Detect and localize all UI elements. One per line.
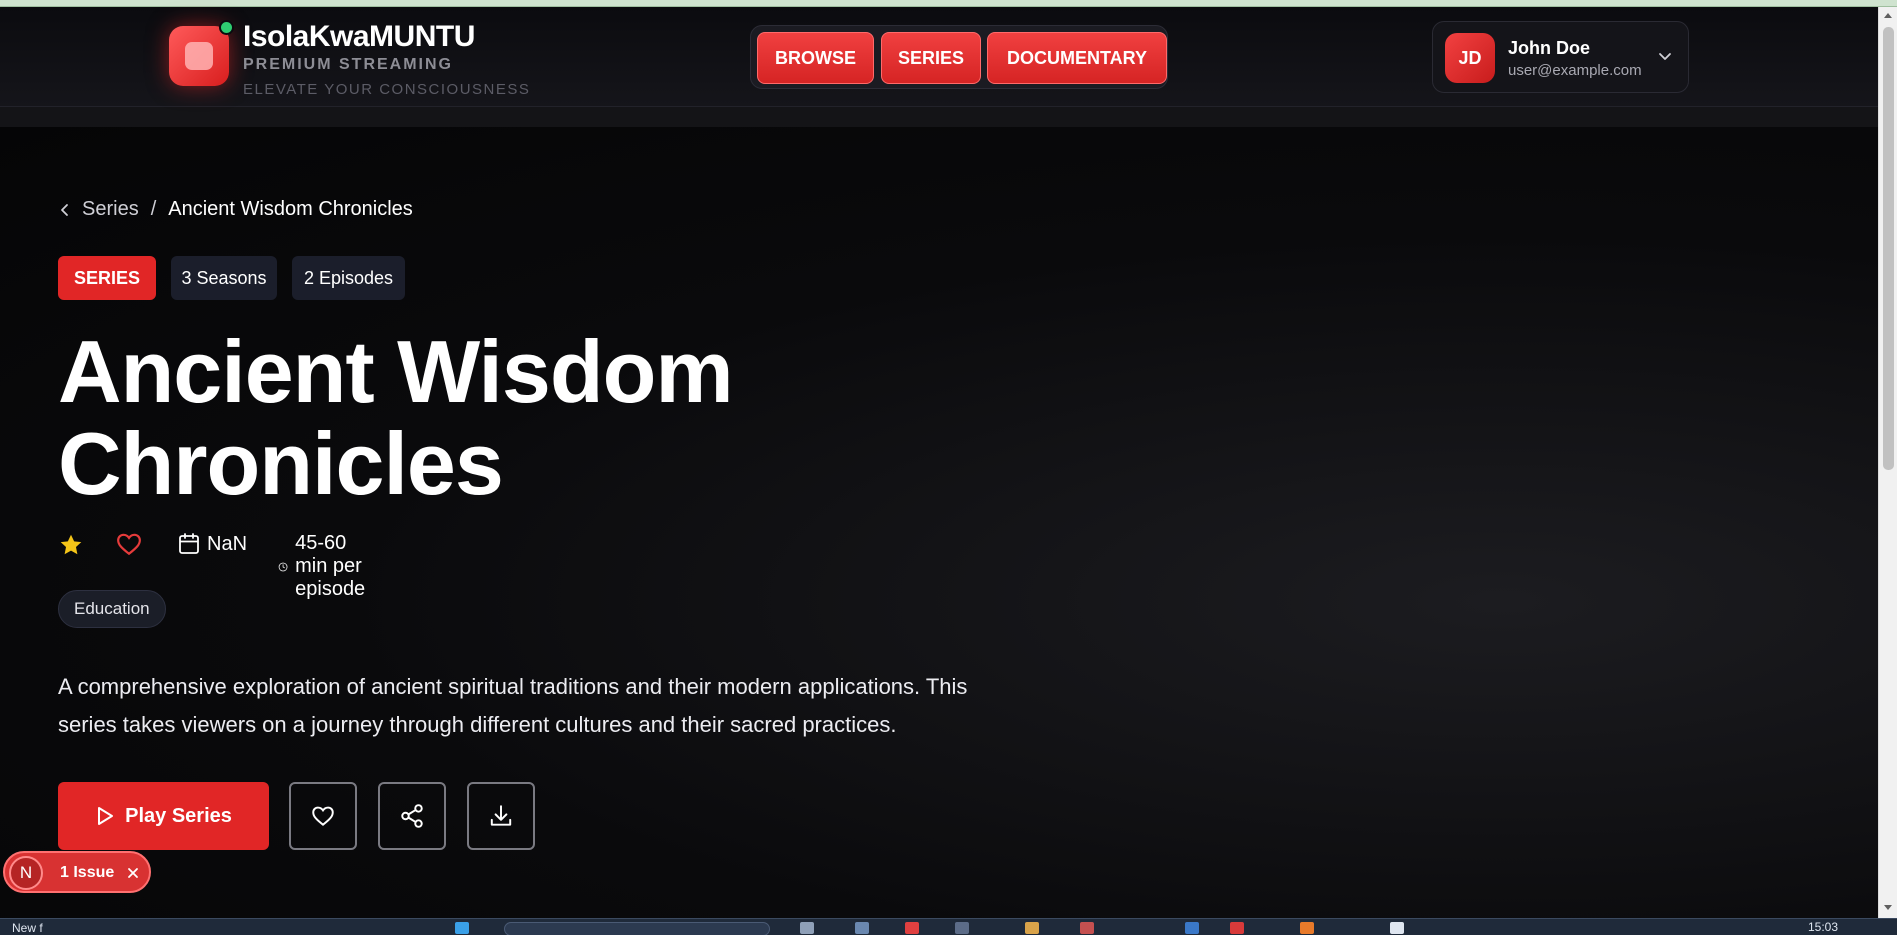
chevron-down-icon[interactable] (1655, 46, 1675, 66)
rating (58, 532, 91, 558)
avatar: JD (1445, 33, 1495, 83)
taskbar-app-icon[interactable] (1080, 922, 1094, 934)
header-subbar (0, 107, 1878, 127)
taskbar-app-icon[interactable] (905, 922, 919, 934)
close-icon[interactable] (126, 866, 140, 880)
seasons-badge: 3 Seasons (171, 256, 277, 300)
nav-series-button[interactable]: SERIES (881, 32, 981, 84)
taskbar-app-icon[interactable] (1230, 922, 1244, 934)
favorite-toggle[interactable] (116, 532, 149, 556)
nav-documentary-button[interactable]: DOCUMENTARY (987, 32, 1167, 84)
taskbar-item-new[interactable]: New f (12, 921, 43, 935)
breadcrumb-separator: / (150, 198, 157, 220)
brand-subtitle: PREMIUM STREAMING (243, 56, 453, 73)
release-year: NaN (178, 532, 247, 556)
episodes-badge: 2 Episodes (292, 256, 405, 300)
play-series-button[interactable]: Play Series (58, 782, 269, 850)
taskbar-app-icon[interactable] (455, 922, 469, 934)
taskbar-clock: 15:03 (1808, 920, 1839, 934)
share-button[interactable] (378, 782, 446, 850)
download-button[interactable] (467, 782, 535, 850)
brand-name[interactable]: IsolaKwaMUNTU (243, 20, 475, 54)
scroll-up-icon[interactable] (1883, 11, 1893, 19)
issues-count[interactable]: 1 Issue (60, 864, 114, 882)
taskbar-app-icon[interactable] (800, 922, 814, 934)
taskbar-search[interactable] (504, 922, 770, 935)
play-icon (98, 807, 114, 825)
brand-logo[interactable] (169, 26, 229, 86)
os-taskbar: New f 15:03 (0, 918, 1897, 935)
taskbar-app-icon[interactable] (855, 922, 869, 934)
breadcrumb-current: Ancient Wisdom Chronicles (168, 198, 413, 220)
taskbar-app-icon[interactable] (1300, 922, 1314, 934)
taskbar-app-icon[interactable] (1025, 922, 1039, 934)
year-value: NaN (207, 532, 248, 555)
series-description: A comprehensive exploration of ancient s… (58, 668, 1018, 744)
heart-icon[interactable] (116, 532, 142, 556)
description-line2: series takes viewers on a journey throug… (58, 712, 897, 737)
duration-value: 45-60 min per episode (295, 532, 366, 600)
type-badge: SERIES (58, 256, 156, 300)
taskbar-app-icon[interactable] (955, 922, 969, 934)
episode-duration: 45-60 min per episode (278, 532, 379, 601)
series-title-line2: Chronicles (58, 414, 504, 513)
online-status-dot (219, 20, 234, 35)
breadcrumb-series-link[interactable]: Series (82, 198, 139, 221)
user-email: user@example.com (1508, 62, 1642, 79)
scrollbar-thumb[interactable] (1883, 27, 1894, 470)
main-nav: BROWSE SERIES DOCUMENTARY (750, 25, 1168, 89)
user-name: John Doe (1508, 38, 1591, 58)
play-series-label: Play Series (125, 804, 232, 827)
heart-icon (312, 806, 334, 826)
series-title: Ancient Wisdom Chronicles (58, 326, 734, 513)
browser-top-edge (0, 0, 1897, 7)
scroll-down-icon[interactable] (1883, 904, 1893, 912)
taskbar-app-icon[interactable] (1390, 922, 1404, 934)
calendar-icon (179, 533, 199, 554)
nav-browse-button[interactable]: BROWSE (757, 32, 874, 84)
share-icon (401, 804, 423, 828)
download-icon (490, 805, 512, 826)
page-scrollbar[interactable] (1878, 7, 1897, 918)
chevron-left-icon[interactable] (58, 202, 72, 218)
add-to-favorites-button[interactable] (289, 782, 357, 850)
dev-tools-logo[interactable]: N (9, 856, 43, 890)
user-menu[interactable]: JD John Doe user@example.com (1432, 21, 1689, 93)
star-icon (60, 534, 82, 555)
clock-icon (278, 562, 288, 571)
breadcrumb: Series / Ancient Wisdom Chronicles (58, 198, 413, 221)
dev-issues-indicator[interactable]: N 1 Issue (3, 851, 151, 893)
series-title-line1: Ancient Wisdom (58, 322, 734, 421)
taskbar-app-icon[interactable] (1185, 922, 1199, 934)
brand-tagline: ELEVATE YOUR CONSCIOUSNESS (243, 81, 531, 98)
genre-chip[interactable]: Education (58, 590, 166, 628)
logo-mark (185, 42, 213, 70)
description-line1: A comprehensive exploration of ancient s… (58, 674, 968, 699)
series-hero (0, 127, 1878, 918)
